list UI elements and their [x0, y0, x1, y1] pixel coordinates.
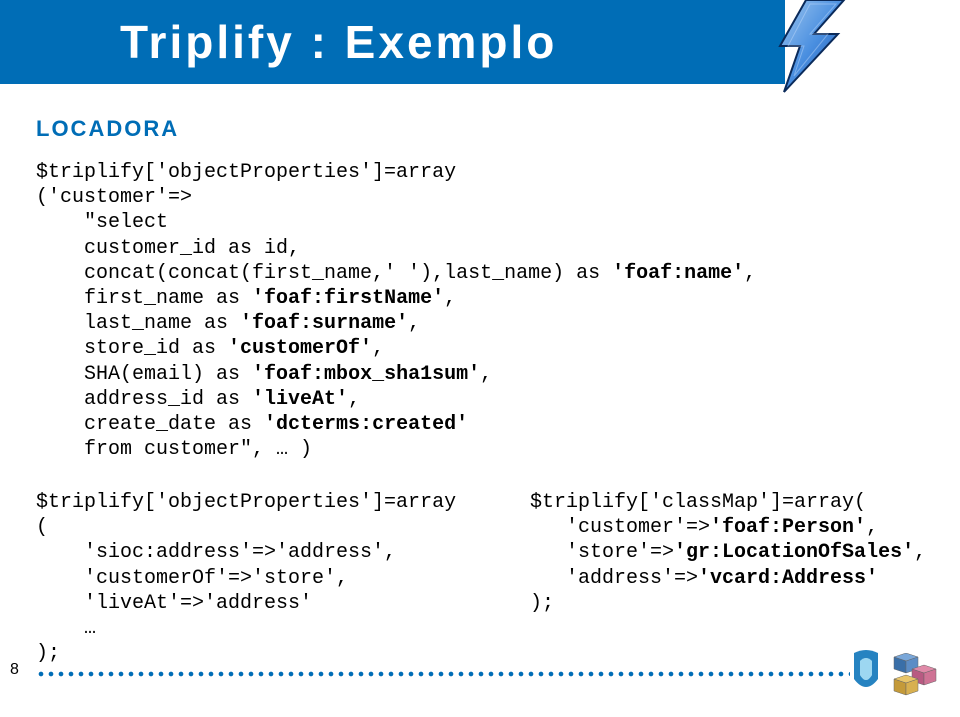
code-line: (: [36, 516, 48, 539]
section-label-locadora: LOCADORA: [36, 116, 179, 142]
code-keyword: 'foaf:name': [612, 262, 744, 285]
code-text: ,: [408, 312, 420, 335]
footer-logos: [850, 649, 938, 697]
code-block-right: $triplify['classMap']=array( 'customer'=…: [530, 490, 926, 616]
code-keyword: 'foaf:surname': [240, 312, 408, 335]
code-block-main: $triplify['objectProperties']=array ('cu…: [36, 160, 756, 462]
code-line: first_name as: [36, 287, 252, 310]
code-keyword: 'dcterms:created': [264, 413, 468, 436]
code-block-left: $triplify['objectProperties']=array ( 's…: [36, 490, 456, 666]
code-text: ,: [914, 541, 926, 564]
code-text: ,: [480, 363, 492, 386]
code-text: ,: [744, 262, 756, 285]
code-keyword: 'foaf:Person': [710, 516, 866, 539]
cubes-logo-icon: [892, 653, 938, 697]
code-text: ,: [372, 337, 384, 360]
abstract-logo-icon: [850, 649, 882, 697]
code-line: store_id as: [36, 337, 228, 360]
code-keyword: 'vcard:Address': [698, 567, 878, 590]
code-line: 'sioc:address'=>'address',: [36, 541, 396, 564]
code-line: );: [36, 642, 60, 665]
code-line: 'customer'=>: [530, 516, 710, 539]
code-line: concat(concat(first_name,' '),last_name)…: [36, 262, 612, 285]
code-line: 'store'=>: [530, 541, 674, 564]
title-bar: Triplify : Exemplo: [0, 0, 785, 84]
code-line: ('customer'=>: [36, 186, 192, 209]
code-line: from customer", … ): [36, 438, 312, 461]
code-line: 'liveAt'=>'address': [36, 592, 312, 615]
code-line: create_date as: [36, 413, 264, 436]
code-text: ,: [866, 516, 878, 539]
code-line: );: [530, 592, 554, 615]
code-keyword: 'customerOf': [228, 337, 372, 360]
code-line: address_id as: [36, 388, 252, 411]
code-line: SHA(email) as: [36, 363, 252, 386]
page-title: Triplify : Exemplo: [120, 15, 557, 69]
code-text: ,: [348, 388, 360, 411]
code-line: "select: [36, 211, 168, 234]
code-line: …: [36, 617, 96, 640]
code-line: customer_id as id,: [36, 237, 300, 260]
code-keyword: 'foaf:mbox_sha1sum': [252, 363, 480, 386]
code-line: $triplify['classMap']=array(: [530, 491, 866, 514]
footer-dots: [36, 669, 850, 679]
code-line: $triplify['objectProperties']=array: [36, 161, 456, 184]
code-keyword: 'foaf:firstName': [252, 287, 444, 310]
code-keyword: 'liveAt': [252, 388, 348, 411]
lightning-bolt-icon: [766, 0, 856, 94]
code-keyword: 'gr:LocationOfSales': [674, 541, 914, 564]
code-line: 'address'=>: [530, 567, 698, 590]
code-line: $triplify['objectProperties']=array: [36, 491, 456, 514]
code-line: 'customerOf'=>'store',: [36, 567, 348, 590]
code-text: ,: [444, 287, 456, 310]
code-line: last_name as: [36, 312, 240, 335]
page-number: 8: [10, 661, 19, 679]
